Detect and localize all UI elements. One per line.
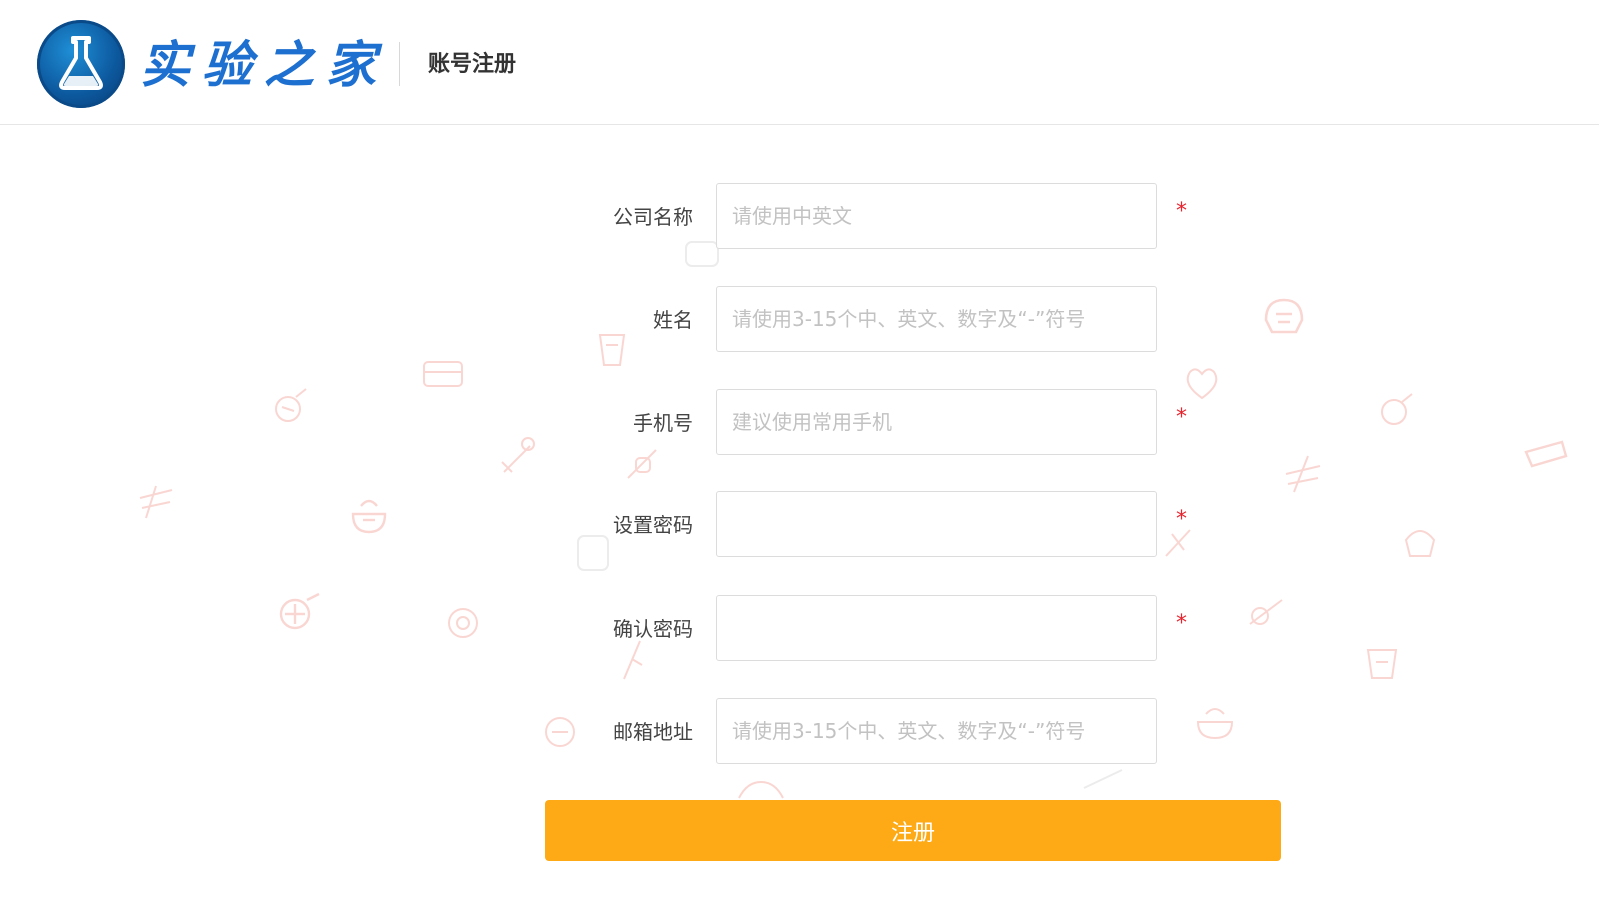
phone-label: 手机号 bbox=[633, 411, 693, 435]
required-mark: * bbox=[1176, 199, 1187, 224]
logo-text: 实验之家 bbox=[140, 35, 388, 94]
phone-input[interactable] bbox=[716, 389, 1157, 455]
required-mark: * bbox=[1176, 507, 1187, 532]
required-mark: * bbox=[1176, 405, 1187, 430]
set-password-label: 设置密码 bbox=[613, 513, 693, 537]
phone-row: 手机号 * bbox=[0, 389, 1599, 457]
confirm-password-label: 确认密码 bbox=[613, 617, 693, 641]
name-row: 姓名 bbox=[0, 286, 1599, 354]
confirm-password-input[interactable] bbox=[716, 595, 1157, 661]
required-mark: * bbox=[1176, 611, 1187, 636]
name-label: 姓名 bbox=[653, 308, 693, 332]
email-input[interactable] bbox=[716, 698, 1157, 764]
page-title: 账号注册 bbox=[428, 52, 517, 77]
company-name-row: 公司名称 * bbox=[0, 183, 1599, 251]
name-input[interactable] bbox=[716, 286, 1157, 352]
set-password-row: 设置密码 * bbox=[0, 491, 1599, 559]
register-button[interactable]: 注册 bbox=[545, 800, 1281, 861]
set-password-input[interactable] bbox=[716, 491, 1157, 557]
company-name-input[interactable] bbox=[716, 183, 1157, 249]
header-divider bbox=[399, 42, 400, 86]
confirm-password-row: 确认密码 * bbox=[0, 595, 1599, 663]
company-name-label: 公司名称 bbox=[613, 205, 693, 229]
flask-icon bbox=[37, 20, 125, 108]
email-row: 邮箱地址 bbox=[0, 698, 1599, 766]
page-header: 实验之家 账号注册 bbox=[0, 0, 1599, 125]
email-label: 邮箱地址 bbox=[613, 720, 693, 744]
